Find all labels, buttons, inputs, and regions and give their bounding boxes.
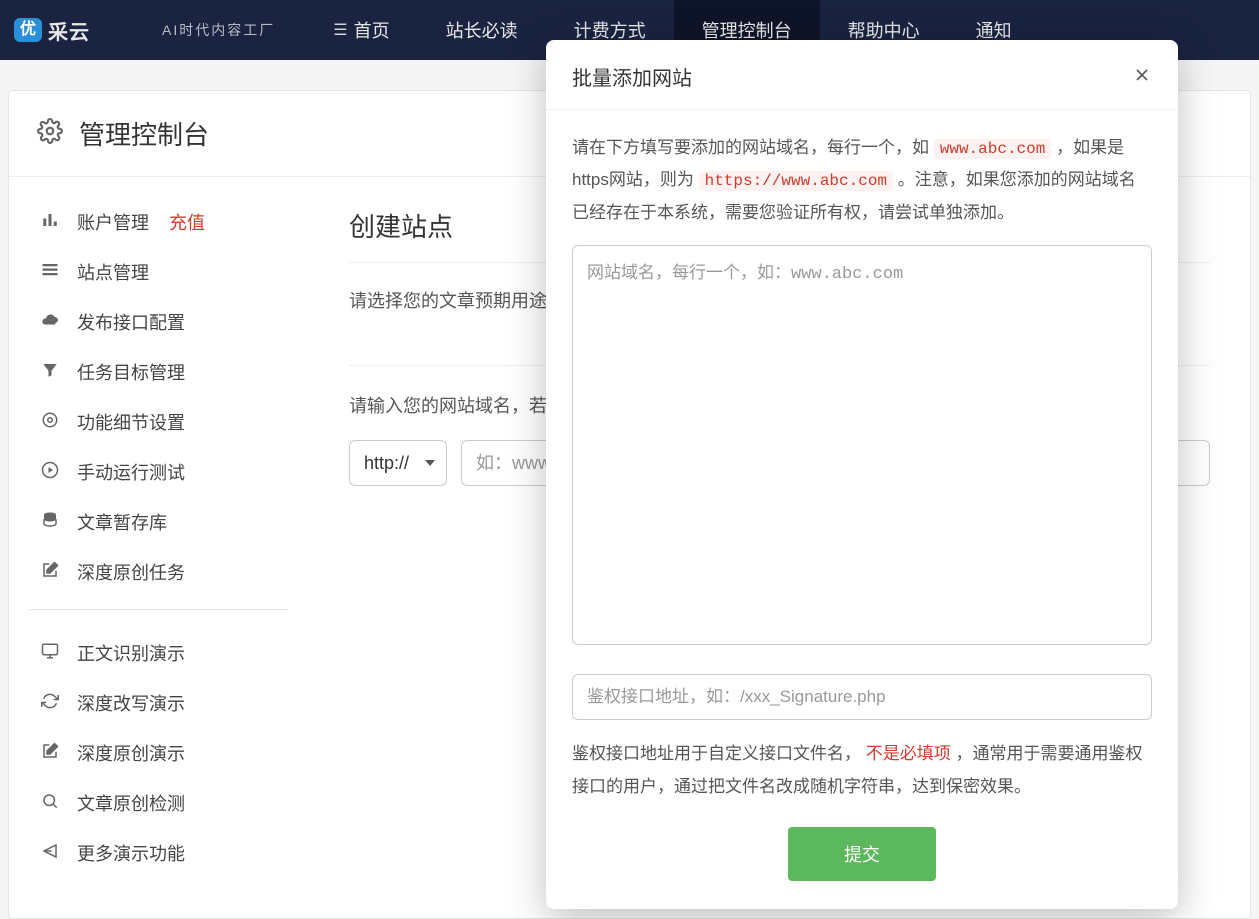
help-text: 鉴权接口地址用于自定义接口文件名， [572,744,861,763]
batch-add-modal: 批量添加网站 请在下方填写要添加的网站域名，每行一个，如 www.abc.com… [546,40,1178,909]
close-icon [1132,65,1152,85]
auth-url-input[interactable] [572,674,1152,720]
intro-text: 请在下方填写要添加的网站域名，每行一个，如 [572,138,934,157]
auth-help-text: 鉴权接口地址用于自定义接口文件名， 不是必填项 ，通常用于需要通用鉴权接口的用户… [572,738,1152,803]
code-sample: https://www.abc.com [699,171,893,191]
modal-title: 批量添加网站 [572,62,692,91]
modal-header: 批量添加网站 [546,40,1178,110]
modal-body: 请在下方填写要添加的网站域名，每行一个，如 www.abc.com ，如果是ht… [546,110,1178,909]
modal-intro: 请在下方填写要添加的网站域名，每行一个，如 www.abc.com ，如果是ht… [572,132,1152,229]
domain-textarea[interactable] [572,245,1152,645]
close-button[interactable] [1132,65,1152,89]
submit-button[interactable]: 提交 [788,827,936,881]
optional-badge: 不是必填项 [866,744,951,763]
code-sample: www.abc.com [934,139,1052,159]
